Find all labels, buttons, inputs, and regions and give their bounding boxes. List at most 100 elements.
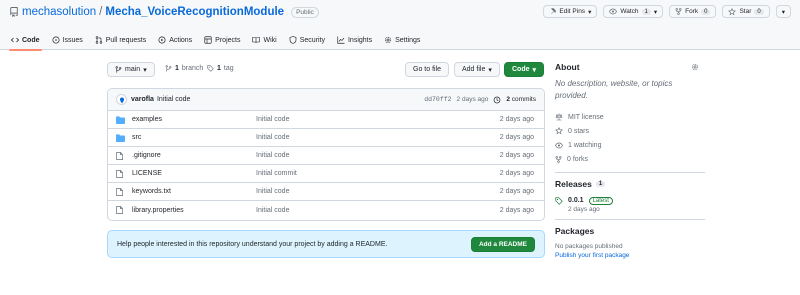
tab-projects[interactable]: Projects [204,30,240,50]
edit-pins-label: Edit Pins [559,8,586,15]
gear-icon [384,36,392,44]
file-name[interactable]: examples [132,116,162,123]
table-row[interactable]: keywords.txt Initial code 2 days ago [108,183,544,201]
stars-link[interactable]: 0 stars [555,124,705,138]
add-file-button[interactable]: Add file ▾ [454,62,500,77]
fork-icon [675,8,682,15]
tab-security[interactable]: Security [289,30,325,50]
file-date: 2 days ago [499,206,534,214]
file-commit-message[interactable]: Initial code [256,152,289,159]
branch-selector[interactable]: main ▾ [107,62,155,77]
watch-button[interactable]: Watch 1 ▾ [603,5,664,18]
about-description: No description, website, or topics provi… [555,79,673,100]
tab-issues[interactable]: Issues [51,30,83,50]
code-label: Code [512,66,530,73]
avatar[interactable] [116,94,127,105]
tab-wiki[interactable]: Wiki [252,30,277,50]
code-button[interactable]: Code ▾ [504,62,545,77]
packages-title: Packages [555,226,595,236]
add-readme-button[interactable]: Add a README [470,237,535,252]
forks-label: 0 forks [567,155,589,163]
tab-label: Actions [169,36,193,44]
tags-label: tag [223,65,234,72]
tags-link[interactable]: 1 tag [207,65,234,72]
branches-count: 1 [175,65,179,72]
folder-icon [116,134,125,144]
about-title: About [555,62,580,72]
file-name[interactable]: keywords.txt [132,188,171,195]
tab-label: Security [299,36,325,44]
star-button[interactable]: Star 0 [722,5,770,18]
file-toolbar: main ▾ 1 branch 1 tag Go to file Add fil… [107,62,545,78]
releases-heading[interactable]: Releases 1 [555,179,705,189]
pin-icon [549,8,557,15]
file-list: examples Initial code 2 days ago src Ini… [108,111,544,219]
forks-link[interactable]: 0 forks [555,152,705,166]
file-name[interactable]: .gitignore [132,152,161,159]
repo-owner-link[interactable]: mechasolution [22,6,96,18]
commits-count: 2 [506,96,510,103]
file-commit-message[interactable]: Initial code [256,188,289,195]
watch-count: 1 [641,8,651,15]
eye-icon [555,142,563,149]
file-name[interactable]: src [132,134,141,141]
file-browser: varofla Initial code dd70ff2 2 days ago … [107,88,545,221]
star-count: 0 [754,8,764,15]
chevron-down-icon: ▾ [488,66,492,74]
file-commit-message[interactable]: Initial code [256,116,289,123]
file-icon [116,188,123,198]
edit-pins-button[interactable]: Edit Pins ▾ [543,5,598,18]
tab-label: Pull requests [105,36,147,44]
file-icon [116,152,123,162]
actions-icon [158,36,166,44]
visibility-badge: Public [291,6,319,18]
tab-code[interactable]: Code [9,30,41,51]
watching-label: 1 watching [568,141,602,149]
eye-icon [609,8,618,15]
commit-hash[interactable]: dd70ff2 [424,96,451,103]
publish-package-link[interactable]: Publish your first package [555,251,705,260]
watching-link[interactable]: 1 watching [555,138,705,152]
file-commit-message[interactable]: Initial commit [256,170,297,177]
table-row[interactable]: library.properties Initial code 2 days a… [108,201,544,219]
latest-badge: Latest [588,196,613,205]
star-list-dropdown[interactable]: ▾ [775,5,791,18]
repo-separator: / [99,6,103,18]
fork-button[interactable]: Fork 0 [669,5,717,18]
commit-author[interactable]: varofla [131,96,154,103]
packages-heading[interactable]: Packages [555,226,705,236]
release-item[interactable]: 0.0.1 Latest [555,195,705,206]
readme-banner-text: Help people interested in this repositor… [117,240,388,248]
file-name[interactable]: library.properties [132,207,184,214]
table-row[interactable]: examples Initial code 2 days ago [108,111,544,129]
branches-link[interactable]: 1 branch [165,65,203,72]
tab-insights[interactable]: Insights [337,30,372,50]
tab-label: Insights [347,36,373,44]
table-row[interactable]: src Initial code 2 days ago [108,129,544,147]
file-date: 2 days ago [499,170,534,177]
tab-actions[interactable]: Actions [158,30,192,50]
file-commit-message[interactable]: Initial code [256,207,289,214]
repo-header: mechasolution / Mecha_VoiceRecognitionMo… [0,0,800,51]
tab-settings[interactable]: Settings [384,30,420,50]
table-row[interactable]: LICENSE Initial commit 2 days ago [108,165,544,183]
releases-count: 1 [595,181,606,187]
release-date: 2 days ago [568,206,600,213]
repo-name-link[interactable]: Mecha_VoiceRecognitionModule [105,6,284,18]
branches-label: branch [181,65,204,72]
chevron-down-icon: ▾ [653,8,658,16]
table-row[interactable]: .gitignore Initial code 2 days ago [108,147,544,165]
chevron-down-icon: ▾ [532,66,537,74]
tab-pull-requests[interactable]: Pull requests [95,30,146,50]
chevron-down-icon: ▾ [143,66,147,74]
go-to-file-button[interactable]: Go to file [405,62,450,77]
commit-message[interactable]: Initial code [157,96,190,103]
commits-link[interactable]: 2 commits [506,96,536,103]
file-name[interactable]: LICENSE [132,170,162,177]
wiki-icon [252,36,261,44]
watch-label: Watch [620,8,639,15]
file-commit-message[interactable]: Initial code [256,134,289,141]
no-packages-text: No packages published [555,243,623,250]
license-link[interactable]: MIT license [555,110,705,124]
commits-label: commits [511,96,536,103]
